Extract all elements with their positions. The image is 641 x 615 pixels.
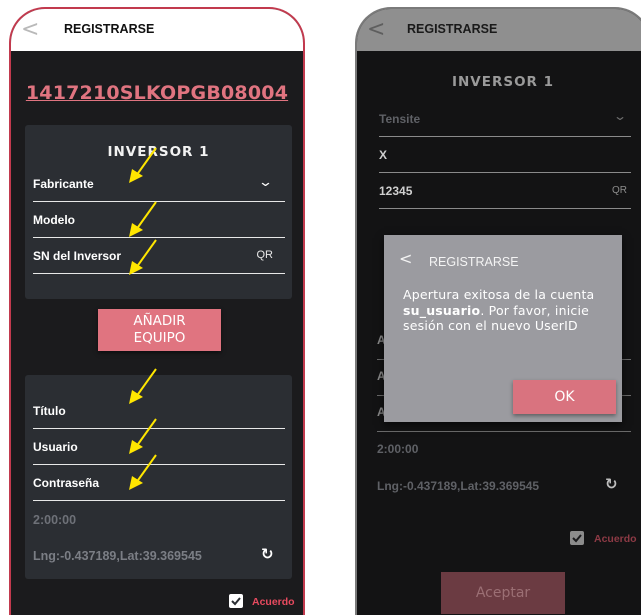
add-equipment-label: AÑADIR EQUIPO [133, 313, 186, 346]
app-bar: < REGISTRARSE [357, 9, 641, 51]
back-icon[interactable]: < [367, 17, 385, 42]
agreement-link[interactable]: Acuerdo [252, 596, 295, 608]
add-equipment-button[interactable]: AÑADIR EQUIPO [98, 309, 221, 351]
dialog-username: su_usuario [403, 302, 481, 318]
left-phone-screen: < REGISTRARSE 1417210SLKOPGB08004 INVERS… [9, 7, 305, 615]
annotation-arrow-icon [129, 147, 157, 183]
dialog-message-text: Apertura exitosa de la cuenta [403, 287, 595, 302]
agreement-checkbox[interactable] [229, 594, 243, 608]
page-title: REGISTRARSE [407, 22, 498, 36]
inverter-title: INVERSOR 1 [451, 74, 555, 90]
serial-number-value: 12345 [379, 184, 413, 198]
serial-number-label: SN del Inversor [33, 249, 122, 263]
time-value: 2:00:00 [33, 513, 77, 527]
dialog-title: REGISTRARSE [429, 255, 519, 269]
refresh-icon[interactable]: ↻ [261, 545, 274, 563]
manufacturer-label: Fabricante [33, 177, 94, 191]
annotation-arrow-icon [129, 239, 157, 275]
time-value: 2:00:00 [377, 442, 419, 456]
agreement-link[interactable]: Acuerdo [594, 533, 637, 545]
username-label: Usuario [33, 440, 78, 454]
dialog-message: Apertura exitosa de la cuenta su_usuario… [403, 287, 613, 334]
model-field[interactable]: X [379, 137, 631, 173]
location-value: Lng:-0.437189,Lat:39.369545 [377, 479, 540, 493]
page-title: REGISTRARSE [64, 22, 155, 36]
back-icon[interactable]: < [21, 17, 39, 42]
divider [377, 431, 631, 432]
chevron-down-icon: ⌄ [257, 175, 274, 190]
accept-button[interactable]: Aceptar [441, 572, 565, 614]
right-phone-screen: < REGISTRARSE INVERSOR 1 Tensite ⌄ X 123… [355, 7, 641, 615]
registration-code-link[interactable]: 1417210SLKOPGB08004 [11, 82, 303, 104]
dialog-back-icon[interactable]: < [399, 249, 412, 268]
manufacturer-value: Tensite [379, 112, 421, 126]
model-label: Modelo [33, 213, 75, 227]
qr-scan-button[interactable]: QR [612, 185, 627, 196]
manufacturer-select[interactable]: Tensite ⌄ [379, 101, 631, 137]
annotation-arrow-icon [129, 418, 157, 454]
location-value: Lng:-0.437189,Lat:39.369545 [33, 549, 202, 563]
qr-scan-button[interactable]: QR [257, 249, 274, 261]
check-icon [572, 534, 582, 543]
annotation-arrow-icon [129, 368, 157, 404]
check-icon [231, 597, 241, 606]
success-dialog: < REGISTRARSE Apertura exitosa de la cue… [384, 235, 622, 422]
ok-button[interactable]: OK [513, 380, 616, 414]
agreement-checkbox[interactable] [570, 531, 584, 545]
model-value: X [379, 148, 388, 162]
serial-number-field[interactable]: 12345 QR [379, 173, 631, 209]
refresh-icon[interactable]: ↻ [605, 475, 618, 493]
annotation-arrow-icon [129, 201, 157, 237]
chevron-down-icon: ⌄ [612, 109, 628, 123]
password-label: Contraseña [33, 476, 100, 490]
title-label: Título [33, 404, 66, 418]
app-bar: < REGISTRARSE [11, 9, 303, 51]
annotation-arrow-icon [129, 454, 157, 490]
